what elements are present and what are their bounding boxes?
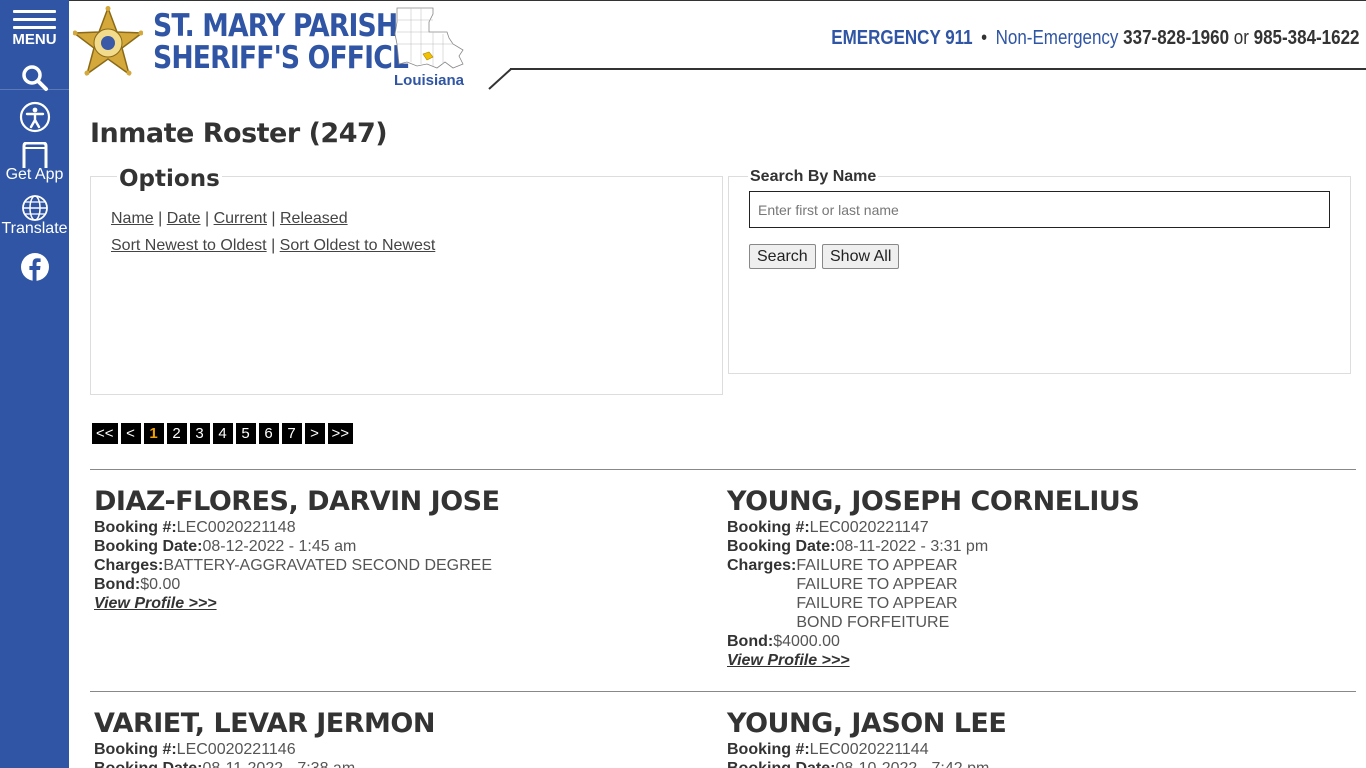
- page-5[interactable]: 5: [235, 423, 256, 444]
- org-name-line1: ST. MARY PARISH: [153, 8, 398, 44]
- name-search-input[interactable]: [749, 191, 1330, 228]
- divider: [90, 469, 1356, 470]
- facebook-icon: [20, 253, 49, 281]
- inmate-name: DIAZ-FLORES, DARVIN JOSE: [94, 486, 500, 517]
- bond: Bond:$4000.00: [727, 633, 840, 650]
- get-app-label: Get App: [5, 166, 64, 183]
- page-first[interactable]: <<: [92, 423, 118, 444]
- filter-released-link[interactable]: Released: [280, 210, 348, 227]
- non-emergency-label: Non-Emergency: [996, 27, 1119, 49]
- phone-icon: [22, 142, 47, 168]
- sort-newest-link[interactable]: Sort Newest to Oldest: [111, 237, 267, 254]
- booking-number: Booking #:LEC0020221147: [727, 519, 929, 536]
- inmate-name: YOUNG, JASON LEE: [727, 708, 1007, 739]
- filter-date-link[interactable]: Date: [167, 210, 201, 227]
- page-7[interactable]: 7: [281, 423, 302, 444]
- inmate-name: VARIET, LEVAR JERMON: [94, 708, 435, 739]
- phone-number-1[interactable]: 337-828-1960: [1124, 27, 1230, 49]
- page-4[interactable]: 4: [212, 423, 233, 444]
- page-3[interactable]: 3: [189, 423, 210, 444]
- inmate-name: YOUNG, JOSEPH CORNELIUS: [727, 486, 1140, 517]
- inmate-record: YOUNG, JOSEPH CORNELIUS Booking #:LEC002…: [727, 486, 1347, 670]
- booking-date: Booking Date:08-12-2022 - 1:45 am: [94, 538, 357, 555]
- translate-button[interactable]: Translate: [0, 194, 69, 238]
- or-label: or: [1234, 27, 1250, 49]
- site-header: ST. MARY PARISH SHERIFF'S OFFICE Louisia…: [69, 0, 1366, 90]
- phone-number-2[interactable]: 985-384-1622: [1254, 27, 1360, 49]
- page-6[interactable]: 6: [258, 423, 279, 444]
- booking-number: Booking #:LEC0020221144: [727, 741, 929, 758]
- separator-dot: •: [981, 27, 988, 49]
- sidebar: MENU Get App Translate: [0, 0, 69, 768]
- accessibility-button[interactable]: [0, 101, 69, 133]
- state-label: Louisiana: [394, 72, 465, 89]
- page-last[interactable]: >>: [327, 423, 354, 444]
- louisiana-map-icon: [394, 7, 464, 69]
- contact-info: EMERGENCY 911 • Non-Emergency 337-828-1960…: [832, 27, 1360, 50]
- page-1[interactable]: 1: [143, 423, 164, 444]
- emergency-number[interactable]: EMERGENCY 911: [832, 27, 973, 49]
- search-button[interactable]: Search: [749, 244, 816, 269]
- view-profile-link[interactable]: View Profile >>>: [727, 652, 850, 669]
- filter-current-link[interactable]: Current: [214, 210, 267, 227]
- charges: Charges: FAILURE TO APPEAR FAILURE TO AP…: [727, 557, 958, 631]
- divider: [90, 691, 1356, 692]
- options-panel: Options Name | Date | Current | Released…: [90, 166, 723, 395]
- inmate-record: YOUNG, JASON LEE Booking #:LEC0020221144…: [727, 708, 1347, 768]
- filter-name-link[interactable]: Name: [111, 210, 154, 227]
- pagination: << < 1 2 3 4 5 6 7 > >>: [92, 423, 356, 444]
- booking-number: Booking #:LEC0020221146: [94, 741, 296, 758]
- booking-date: Booking Date:08-11-2022 - 7:38 am: [94, 759, 714, 768]
- sheriff-badge-icon[interactable]: [73, 6, 143, 78]
- menu-button[interactable]: MENU: [0, 0, 69, 92]
- view-profile-link[interactable]: View Profile >>>: [94, 595, 217, 612]
- search-legend: Search By Name: [748, 168, 879, 186]
- inmate-record: VARIET, LEVAR JERMON Booking #:LEC002022…: [94, 708, 714, 768]
- show-all-button[interactable]: Show All: [822, 244, 900, 269]
- search-icon[interactable]: [20, 64, 50, 92]
- options-links: Name | Date | Current | Released Sort Ne…: [111, 210, 436, 254]
- org-name-line2: SHERIFF'S OFFICE: [153, 40, 410, 76]
- inmate-record: DIAZ-FLORES, DARVIN JOSE Booking #:LEC00…: [94, 486, 714, 613]
- menu-label: MENU: [12, 31, 57, 48]
- page-2[interactable]: 2: [166, 423, 187, 444]
- org-name[interactable]: ST. MARY PARISH SHERIFF'S OFFICE: [153, 8, 410, 76]
- get-app-button[interactable]: Get App: [0, 142, 69, 184]
- booking-number: Booking #:LEC0020221148: [94, 519, 296, 536]
- page-next[interactable]: >: [304, 423, 325, 444]
- bond: Bond:$0.00: [94, 576, 181, 593]
- options-legend: Options: [117, 166, 222, 192]
- page-title: Inmate Roster (247): [90, 118, 388, 149]
- globe-icon: [21, 195, 48, 221]
- search-panel: Search By Name Search Show All: [728, 168, 1351, 374]
- charges: Charges: BATTERY-AGGRAVATED SECOND DEGRE…: [94, 557, 493, 574]
- sort-oldest-link[interactable]: Sort Oldest to Newest: [280, 237, 436, 254]
- booking-date: Booking Date:08-11-2022 - 3:31 pm: [727, 538, 989, 555]
- accessibility-icon: [19, 101, 50, 133]
- facebook-button[interactable]: [0, 252, 69, 282]
- translate-label: Translate: [1, 220, 68, 237]
- booking-date: Booking Date:08-10-2022 - 7:42 pm: [727, 759, 1347, 768]
- page-prev[interactable]: <: [120, 423, 141, 444]
